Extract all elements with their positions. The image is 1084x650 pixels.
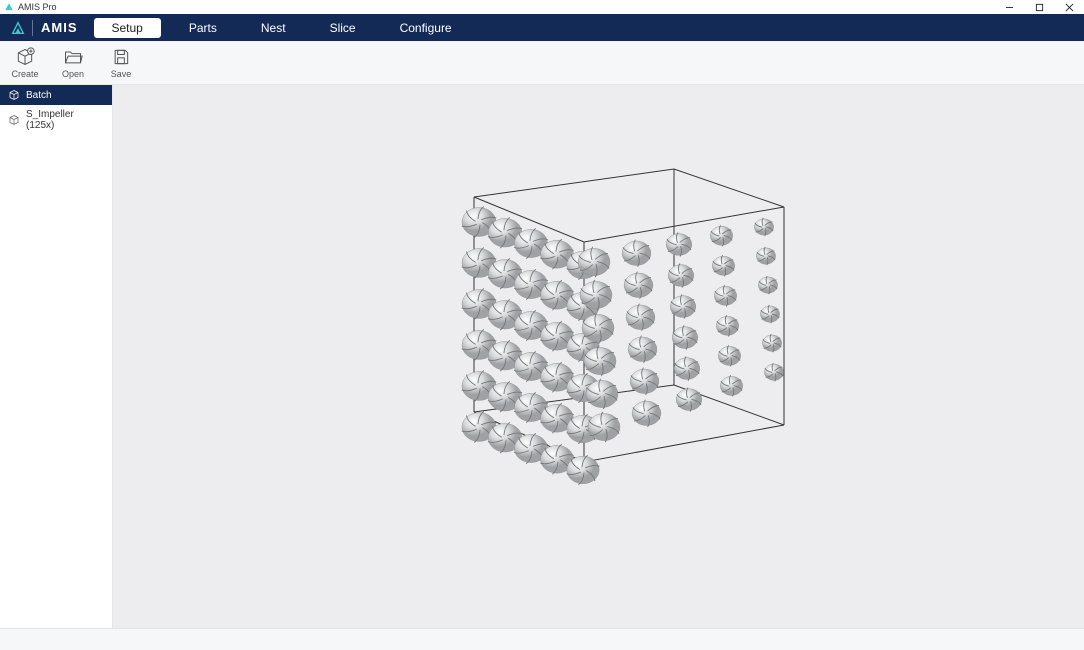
save-icon — [111, 47, 131, 67]
sidebar-item-part[interactable]: S_Impeller (125x) — [0, 105, 112, 135]
open-icon — [63, 47, 83, 67]
app-icon — [4, 2, 14, 12]
brand: AMIS — [0, 14, 88, 41]
brand-divider — [32, 20, 33, 36]
sidebar: Batch S_Impeller (125x) — [0, 85, 113, 628]
tab-slice-label: Slice — [330, 21, 356, 35]
window-title: AMIS Pro — [18, 2, 57, 12]
tab-configure-label: Configure — [400, 21, 452, 35]
menubar: AMIS Setup Parts Nest Slice Configure — [0, 14, 1084, 41]
statusbar — [0, 628, 1084, 650]
save-label: Save — [111, 69, 132, 79]
window-titlebar: AMIS Pro — [0, 0, 1084, 14]
create-label: Create — [11, 69, 38, 79]
tab-parts[interactable]: Parts — [167, 14, 239, 41]
create-button[interactable]: Create — [8, 47, 42, 79]
batch-icon — [8, 89, 20, 101]
tab-setup-label: Setup — [112, 21, 143, 35]
open-label: Open — [62, 69, 84, 79]
open-button[interactable]: Open — [56, 47, 90, 79]
build-volume-scene — [394, 167, 804, 547]
save-button[interactable]: Save — [104, 47, 138, 79]
tab-slice[interactable]: Slice — [308, 14, 378, 41]
brand-logo-icon — [10, 20, 26, 36]
tab-nest-label: Nest — [261, 21, 286, 35]
brand-name: AMIS — [41, 20, 78, 35]
main-area: Batch S_Impeller (125x) — [0, 85, 1084, 628]
viewport-3d[interactable] — [113, 85, 1084, 628]
minimize-button[interactable] — [994, 0, 1024, 14]
tab-nest[interactable]: Nest — [239, 14, 308, 41]
create-icon — [15, 47, 35, 67]
toolbar: Create Open Save — [0, 41, 1084, 85]
sidebar-item-label: Batch — [26, 90, 52, 101]
tab-parts-label: Parts — [189, 21, 217, 35]
sidebar-item-batch[interactable]: Batch — [0, 85, 112, 105]
sidebar-item-label: S_Impeller (125x) — [26, 109, 104, 131]
close-button[interactable] — [1054, 0, 1084, 14]
maximize-button[interactable] — [1024, 0, 1054, 14]
tab-setup[interactable]: Setup — [94, 18, 161, 38]
window-controls — [994, 0, 1084, 14]
tab-configure[interactable]: Configure — [378, 14, 474, 41]
part-icon — [8, 114, 20, 126]
titlebar-left: AMIS Pro — [4, 2, 57, 12]
menu-tabs: Setup Parts Nest Slice Configure — [88, 14, 474, 41]
